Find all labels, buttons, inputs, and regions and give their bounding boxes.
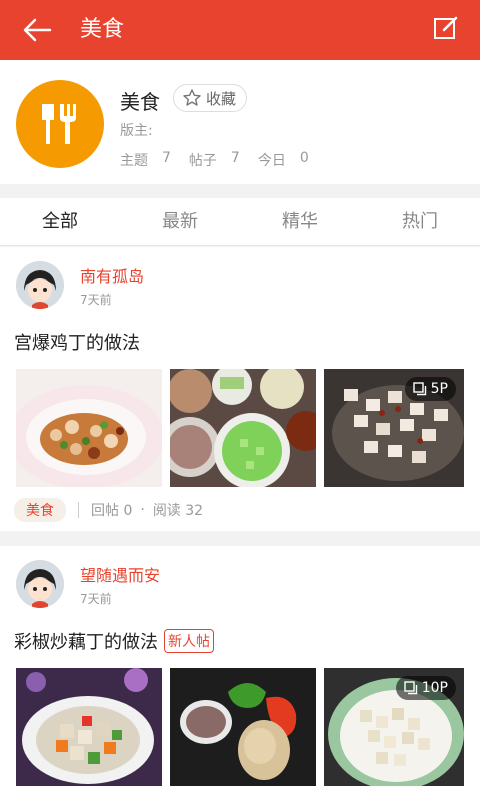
photo-count-badge: 10P [395,676,456,700]
post-author[interactable]: 望随遇而安 [80,562,160,586]
top-bar: 美食 [0,0,480,60]
forum-header: 美食 收藏 版主: 主题 7 帖子 7 今日 0 [0,60,480,184]
post-image[interactable] [170,668,316,786]
stat-today-value: 0 [299,150,309,166]
post-title[interactable]: 彩椒炒藕丁的做法 新人帖 [14,628,214,654]
post-card[interactable]: 南有孤岛 7天前 宫爆鸡丁的做法 5P 美食 回帖 0 · 阅读 32 [0,247,480,531]
post-title-text: 宫爆鸡丁的做法 [14,333,140,354]
photo-count: 10P [421,680,448,696]
stat-topics-label: 主题 [120,153,148,169]
new-user-badge: 新人帖 [164,629,214,653]
filter-tabs: 全部 最新 精华 热门 [0,198,480,246]
tab-latest[interactable]: 最新 [120,198,240,245]
stat-posts-label: 帖子 [188,153,217,169]
post-author[interactable]: 南有孤岛 [80,263,144,287]
post-card[interactable]: 望随遇而安 7天前 彩椒炒藕丁的做法 新人帖 10P [0,546,480,800]
photo-count-badge: 5P [404,377,456,401]
tab-featured[interactable]: 精华 [240,198,360,245]
post-title[interactable]: 宫爆鸡丁的做法 [14,329,140,355]
stat-posts-value: 7 [230,150,240,166]
post-image[interactable]: 5P [324,369,464,487]
forum-tag[interactable]: 美食 [14,498,66,522]
gallery-icon [404,681,417,695]
post-meta: 美食 回帖 0 · 阅读 32 [14,498,204,522]
page-title: 美食 [80,17,125,42]
post-image[interactable] [170,369,316,487]
forum-logo-icon [16,80,104,168]
stat-topics-value: 7 [162,150,171,166]
back-arrow-icon[interactable] [20,14,56,46]
read-count: 阅读 32 [152,503,204,519]
star-icon [183,89,201,106]
avatar[interactable] [16,261,64,309]
post-title-text: 彩椒炒藕丁的做法 [14,632,158,653]
forum-stats: 主题 7 帖子 7 今日 0 [120,150,327,170]
tab-hot[interactable]: 热门 [360,198,480,245]
compose-icon[interactable] [432,14,460,42]
divider [78,502,79,518]
post-image[interactable] [16,668,162,786]
post-image[interactable] [16,369,162,487]
post-image[interactable]: 10P [324,668,464,786]
post-time: 7天前 [80,293,112,307]
dot-separator: · [140,502,145,518]
favorite-label: 收藏 [206,89,237,108]
post-time: 7天前 [80,592,112,606]
stat-today-label: 今日 [257,153,286,169]
reply-count: 回帖 0 [91,503,133,519]
post-images: 10P [16,668,464,786]
post-images: 5P [16,369,464,487]
forum-name: 美食 [120,90,160,114]
gallery-icon [412,382,426,396]
moderator-label: 版主: [120,123,153,139]
photo-count: 5P [430,381,448,397]
avatar[interactable] [16,560,64,608]
tab-all[interactable]: 全部 [0,198,120,245]
favorite-button[interactable]: 收藏 [173,84,248,112]
